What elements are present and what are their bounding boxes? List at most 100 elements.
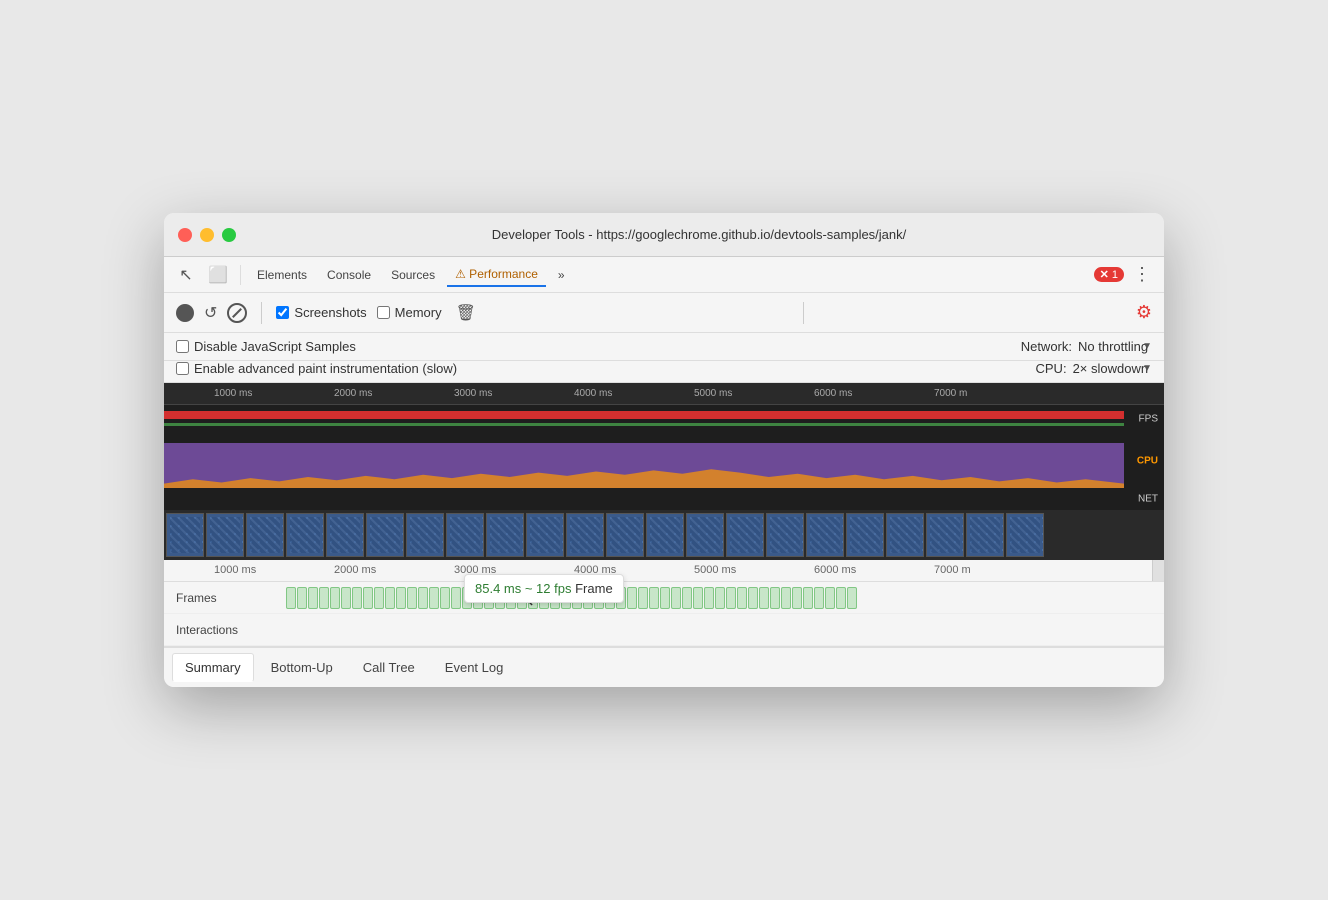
screenshot-thumb bbox=[926, 513, 964, 557]
bottom-tabs: Summary Bottom-Up Call Tree Event Log bbox=[164, 647, 1164, 687]
frame-block bbox=[429, 587, 439, 609]
tooltip-frame-label: Frame bbox=[575, 581, 613, 596]
tab-event-log[interactable]: Event Log bbox=[432, 653, 517, 682]
frame-block bbox=[682, 587, 692, 609]
frame-block bbox=[418, 587, 428, 609]
frame-block bbox=[627, 587, 637, 609]
fps-red-bar bbox=[164, 411, 1124, 419]
disable-js-checkbox[interactable] bbox=[176, 340, 189, 353]
titlebar: Developer Tools - https://googlechrome.g… bbox=[164, 213, 1164, 257]
error-x-icon: ✕ bbox=[1100, 268, 1109, 281]
frame-block bbox=[847, 587, 857, 609]
frame-block bbox=[737, 587, 747, 609]
screenshot-thumb bbox=[1006, 513, 1044, 557]
network-label: Network: bbox=[1021, 339, 1072, 354]
close-button[interactable] bbox=[178, 228, 192, 242]
tab-sources[interactable]: Sources bbox=[383, 264, 443, 286]
main-ruler-2000: 2000 ms bbox=[334, 564, 376, 576]
controls-divider bbox=[261, 302, 262, 324]
settings-button[interactable]: ⚙ bbox=[1136, 302, 1152, 323]
memory-checkbox[interactable] bbox=[377, 306, 390, 319]
cpu-label: CPU bbox=[1137, 455, 1158, 466]
frame-block bbox=[352, 587, 362, 609]
enable-paint-wrap[interactable]: Enable advanced paint instrumentation (s… bbox=[176, 361, 457, 376]
enable-paint-label: Enable advanced paint instrumentation (s… bbox=[194, 361, 457, 376]
main-ruler-6000: 6000 ms bbox=[814, 564, 856, 576]
error-count: 1 bbox=[1112, 269, 1118, 281]
frame-block bbox=[715, 587, 725, 609]
ruler-mark-3000: 3000 ms bbox=[454, 388, 492, 399]
main-timeline: 1000 ms 2000 ms 3000 ms 4000 ms 5000 ms … bbox=[164, 560, 1164, 647]
fps-track: FPS bbox=[164, 405, 1164, 433]
ruler-mark-1000: 1000 ms bbox=[214, 388, 252, 399]
clear-button[interactable] bbox=[227, 303, 247, 323]
tab-call-tree[interactable]: Call Tree bbox=[350, 653, 428, 682]
window-title: Developer Tools - https://googlechrome.g… bbox=[248, 227, 1150, 242]
disable-js-wrap[interactable]: Disable JavaScript Samples bbox=[176, 339, 356, 354]
devtools-window: Developer Tools - https://googlechrome.g… bbox=[164, 213, 1164, 687]
frame-block bbox=[814, 587, 824, 609]
screenshot-thumb bbox=[286, 513, 324, 557]
controls-divider-2 bbox=[803, 302, 804, 324]
record-button[interactable] bbox=[176, 304, 194, 322]
frame-block bbox=[781, 587, 791, 609]
tab-console[interactable]: Console bbox=[319, 264, 379, 286]
screenshot-thumb bbox=[446, 513, 484, 557]
frame-block bbox=[836, 587, 846, 609]
timeline-overview: 1000 ms 2000 ms 3000 ms 4000 ms 5000 ms … bbox=[164, 383, 1164, 560]
screenshots-checkbox[interactable] bbox=[276, 306, 289, 319]
screenshot-thumb bbox=[326, 513, 364, 557]
traffic-lights bbox=[178, 228, 236, 242]
screenshot-thumb bbox=[246, 513, 284, 557]
screenshot-thumb bbox=[366, 513, 404, 557]
tab-bottom-up[interactable]: Bottom-Up bbox=[258, 653, 346, 682]
memory-checkbox-wrap[interactable]: Memory bbox=[377, 305, 442, 320]
cursor-tool-button[interactable]: ↖ bbox=[172, 261, 200, 289]
frames-content: document.addEventListener('DOMContentLoa… bbox=[284, 582, 1164, 613]
frame-block bbox=[330, 587, 340, 609]
options-bar: Disable JavaScript Samples Network: No t… bbox=[164, 333, 1164, 361]
trash-button[interactable]: 🗑 bbox=[456, 303, 476, 323]
network-throttle-select[interactable]: Network: No throttling ▼ bbox=[1021, 339, 1152, 354]
timeline-ruler-main: 1000 ms 2000 ms 3000 ms 4000 ms 5000 ms … bbox=[164, 560, 1164, 582]
screenshot-thumb bbox=[566, 513, 604, 557]
frame-block bbox=[649, 587, 659, 609]
cpu-throttle-select[interactable]: CPU: 2× slowdown ▼ bbox=[1036, 361, 1153, 376]
fps-label: FPS bbox=[1139, 414, 1158, 425]
enable-paint-checkbox[interactable] bbox=[176, 362, 189, 375]
more-options-button[interactable]: ⋮ bbox=[1128, 261, 1156, 289]
frame-block bbox=[759, 587, 769, 609]
interactions-track-row: Interactions bbox=[164, 614, 1164, 646]
reload-button[interactable]: ↺ bbox=[204, 303, 217, 323]
network-dropdown-arrow[interactable]: ▼ bbox=[1142, 341, 1152, 352]
error-badge: ✕ 1 bbox=[1094, 267, 1124, 282]
fps-green-line bbox=[164, 423, 1124, 426]
screenshot-thumb bbox=[686, 513, 724, 557]
frame-block bbox=[297, 587, 307, 609]
tooltip-fps-text: 85.4 ms ~ 12 fps bbox=[475, 581, 571, 596]
ruler-mark-5000: 5000 ms bbox=[694, 388, 732, 399]
cpu-dropdown-arrow[interactable]: ▼ bbox=[1142, 363, 1152, 374]
memory-label: Memory bbox=[395, 305, 442, 320]
net-track: NET bbox=[164, 488, 1164, 510]
timeline-ruler-top: 1000 ms 2000 ms 3000 ms 4000 ms 5000 ms … bbox=[164, 383, 1164, 405]
maximize-button[interactable] bbox=[222, 228, 236, 242]
toolbar-separator-1 bbox=[240, 265, 241, 285]
tab-elements[interactable]: Elements bbox=[249, 264, 315, 286]
frame-block bbox=[748, 587, 758, 609]
minimize-button[interactable] bbox=[200, 228, 214, 242]
screenshot-thumb bbox=[606, 513, 644, 557]
disable-js-row: Disable JavaScript Samples bbox=[176, 339, 356, 354]
screenshot-thumb bbox=[486, 513, 524, 557]
screenshot-thumb bbox=[966, 513, 1004, 557]
frame-block bbox=[451, 587, 461, 609]
frame-block bbox=[671, 587, 681, 609]
frame-block bbox=[308, 587, 318, 609]
inspect-button[interactable]: ⬜ bbox=[204, 261, 232, 289]
frame-block bbox=[407, 587, 417, 609]
frame-block bbox=[825, 587, 835, 609]
screenshots-checkbox-wrap[interactable]: Screenshots bbox=[276, 305, 366, 320]
tab-performance[interactable]: ⚠ Performance bbox=[447, 263, 546, 287]
tab-summary[interactable]: Summary bbox=[172, 653, 254, 682]
tab-more[interactable]: » bbox=[550, 264, 573, 286]
